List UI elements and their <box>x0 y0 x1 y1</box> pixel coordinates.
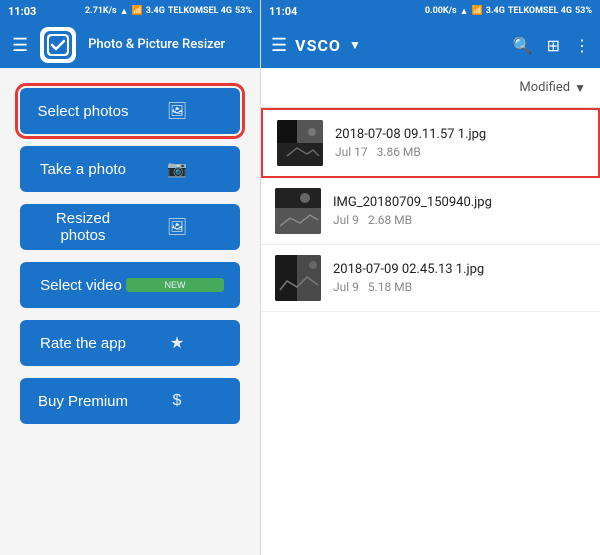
take-photo-label: Take a photo <box>36 161 130 178</box>
resized-photos-label: Resized photos <box>36 210 130 244</box>
status-icons-left: 2.71K/s ▲ 📶 3.4G TELKOMSEL 4G 53% <box>85 6 252 17</box>
select-video-badge: NEW <box>126 278 224 292</box>
left-panel: 11:03 2.71K/s ▲ 📶 3.4G TELKOMSEL 4G 53% … <box>0 0 260 555</box>
status-bar-left: 11:03 2.71K/s ▲ 📶 3.4G TELKOMSEL 4G 53% <box>0 0 260 22</box>
signal-icon: ▲ <box>120 6 129 17</box>
time-left: 11:03 <box>8 5 36 18</box>
more-icon[interactable]: ⋮ <box>574 36 590 55</box>
app-title-left: Photo & Picture Resizer <box>88 37 225 53</box>
file-list: 2018-07-08 09.11.57 1.jpg Jul 17 3.86 MB… <box>261 108 600 555</box>
sort-chevron-icon[interactable]: ▼ <box>574 81 586 95</box>
vsco-title: VSCO <box>295 36 341 55</box>
file-name-3: 2018-07-09 02.45.13 1.jpg <box>333 262 484 277</box>
buy-premium-button[interactable]: Buy Premium $ <box>20 378 240 424</box>
status-icons-right: 0.00K/s ▲ 📶 3.4G TELKOMSEL 4G 53% <box>425 6 592 17</box>
app-logo <box>40 27 76 63</box>
top-bar-brand: ☰ VSCO ▼ <box>271 35 361 56</box>
file-info-3: 2018-07-09 02.45.13 1.jpg Jul 9 5.18 MB <box>333 262 484 294</box>
signal-icon-right: ▲ <box>460 6 469 17</box>
battery-right: 53% <box>575 6 592 16</box>
file-item-2[interactable]: IMG_20180709_150940.jpg Jul 9 2.68 MB <box>261 178 600 245</box>
carrier-right: TELKOMSEL 4G <box>508 6 572 16</box>
rate-app-icon: ★ <box>130 333 224 353</box>
right-panel: 11:04 0.00K/s ▲ 📶 3.4G TELKOMSEL 4G 53% … <box>260 0 600 555</box>
file-thumb-3 <box>275 255 321 301</box>
rate-app-button[interactable]: Rate the app ★ <box>20 320 240 366</box>
file-item-3[interactable]: 2018-07-09 02.45.13 1.jpg Jul 9 5.18 MB <box>261 245 600 312</box>
top-bar-left: ☰ Photo & Picture Resizer <box>0 22 260 68</box>
file-meta-3: Jul 9 5.18 MB <box>333 280 484 294</box>
select-video-button[interactable]: Select video NEW <box>20 262 240 308</box>
resized-photos-icon: 🖼 <box>130 217 224 237</box>
grid-icon[interactable]: ⊞ <box>547 36 560 55</box>
file-meta-2: Jul 9 2.68 MB <box>333 213 492 227</box>
search-icon[interactable]: 🔍 <box>513 36 533 55</box>
network-type-left: 3.4G <box>146 6 165 16</box>
battery-left: 53% <box>235 6 252 16</box>
sort-bar: Modified ▼ <box>261 68 600 108</box>
wifi-icon: 📶 <box>132 6 143 16</box>
rate-app-label: Rate the app <box>36 335 130 352</box>
time-right: 11:04 <box>269 5 297 18</box>
select-photos-button[interactable]: Select photos 🖼 <box>20 88 240 134</box>
top-bar-right: ☰ VSCO ▼ 🔍 ⊞ ⋮ <box>261 22 600 68</box>
take-photo-button[interactable]: Take a photo 📷 <box>20 146 240 192</box>
select-photos-label: Select photos <box>36 103 130 120</box>
file-info-1: 2018-07-08 09.11.57 1.jpg Jul 17 3.86 MB <box>335 127 486 159</box>
status-bar-right: 11:04 0.00K/s ▲ 📶 3.4G TELKOMSEL 4G 53% <box>261 0 600 22</box>
hamburger-icon-right[interactable]: ☰ <box>271 35 287 56</box>
hamburger-icon[interactable]: ☰ <box>12 35 28 56</box>
file-thumb-1 <box>277 120 323 166</box>
sort-label: Modified <box>519 80 570 95</box>
file-name-2: IMG_20180709_150940.jpg <box>333 195 492 210</box>
file-item-1[interactable]: 2018-07-08 09.11.57 1.jpg Jul 17 3.86 MB <box>261 108 600 178</box>
top-bar-right-actions: 🔍 ⊞ ⋮ <box>513 36 590 55</box>
select-video-label: Select video <box>36 277 126 294</box>
network-speed-right: 0.00K/s <box>425 6 457 16</box>
file-info-2: IMG_20180709_150940.jpg Jul 9 2.68 MB <box>333 195 492 227</box>
chevron-down-icon[interactable]: ▼ <box>349 38 361 52</box>
carrier-left: TELKOMSEL 4G <box>168 6 232 16</box>
take-photo-icon: 📷 <box>130 159 224 179</box>
buy-premium-label: Buy Premium <box>36 393 130 410</box>
network-type-right: 3.4G <box>486 6 505 16</box>
file-name-1: 2018-07-08 09.11.57 1.jpg <box>335 127 486 142</box>
resized-photos-button[interactable]: Resized photos 🖼 <box>20 204 240 250</box>
buy-premium-icon: $ <box>130 392 224 410</box>
left-menu: Select photos 🖼 Take a photo 📷 Resized p… <box>0 68 260 555</box>
network-speed-left: 2.71K/s <box>85 6 117 16</box>
file-meta-1: Jul 17 3.86 MB <box>335 145 486 159</box>
wifi-icon-right: 📶 <box>472 6 483 16</box>
select-photos-icon: 🖼 <box>130 101 224 121</box>
file-thumb-2 <box>275 188 321 234</box>
